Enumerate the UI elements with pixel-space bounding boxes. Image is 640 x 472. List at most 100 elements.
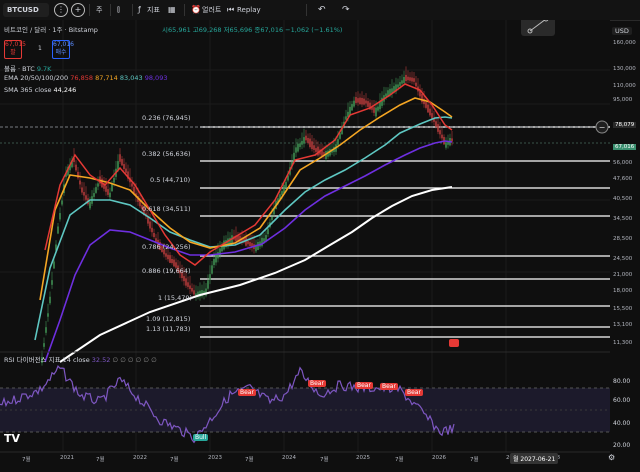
candle-body: [189, 285, 191, 289]
candle-body: [173, 259, 175, 267]
price-axis-label: 95,000: [613, 97, 633, 103]
candle-body: [111, 183, 113, 192]
settings-gear-icon[interactable]: ⚙: [608, 453, 615, 462]
alert-button[interactable]: 얼러트: [202, 3, 221, 17]
add-symbol-icon[interactable]: +: [71, 3, 85, 17]
fib-label-0886: 0.886 (19,664): [142, 267, 191, 275]
replay-icon[interactable]: ⏮: [227, 3, 234, 17]
candle-body: [151, 227, 153, 233]
candle-body: [427, 104, 429, 113]
candle-body: [249, 241, 251, 247]
redo-icon[interactable]: ↷: [342, 3, 350, 17]
time-axis-label: 2025: [356, 455, 370, 461]
ema50-value: 87,714: [95, 74, 118, 82]
candle-body: [83, 192, 85, 196]
bear-badge: Bear: [380, 383, 398, 390]
candle-body: [409, 77, 411, 81]
candle-body: [247, 241, 249, 245]
replay-button[interactable]: Replay: [237, 3, 261, 17]
symbol-options-icon[interactable]: ⋮: [54, 3, 68, 17]
candle-body: [169, 255, 171, 263]
candle-body: [359, 97, 361, 105]
candle-body: [415, 82, 417, 87]
candle-body: [155, 238, 157, 242]
alert-icon[interactable]: ⏰: [191, 3, 201, 17]
candle-body: [149, 221, 151, 229]
buy-button[interactable]: 67,016 매수: [52, 40, 74, 59]
chart-canvas[interactable]: −: [0, 14, 610, 468]
candle-body: [285, 181, 287, 189]
candle-body: [397, 84, 399, 88]
candle-body: [445, 142, 447, 148]
candle-type-icon[interactable]: ⫾: [117, 3, 120, 17]
indicators-icon[interactable]: ƒ: [138, 3, 141, 17]
candle-body: [307, 137, 309, 143]
price-axis-label: 21,000: [613, 272, 633, 278]
candle-body: [107, 189, 109, 195]
candle-body: [191, 288, 193, 292]
candle-body: [337, 139, 339, 145]
time-axis-label: 7월: [395, 457, 404, 463]
candle-body: [97, 183, 99, 187]
price-axis-label: 160,000: [613, 40, 636, 46]
candle-body: [53, 261, 55, 269]
rsi-axis-40: 40.00: [613, 420, 631, 427]
candle-body: [183, 276, 185, 282]
ema200-value: 98,093: [144, 74, 168, 82]
currency-selector[interactable]: USD: [612, 27, 632, 35]
candle-body: [209, 274, 211, 280]
sma-legend: SMA 365 close 44,246: [4, 86, 76, 94]
candle-body: [375, 107, 377, 117]
candle-body: [357, 98, 359, 103]
candle-body: [305, 135, 307, 141]
candle-body: [45, 327, 47, 333]
candle-body: [119, 154, 121, 162]
sma-label: SMA 365 close: [4, 86, 52, 94]
symbol-search[interactable]: BTCUSD: [3, 3, 49, 17]
candle-body: [81, 187, 83, 193]
tradingview-logo[interactable]: TV: [4, 432, 20, 445]
bull-badge: Bull: [193, 434, 209, 441]
candle-body: [93, 193, 95, 197]
volume-value: 9.7K: [36, 65, 52, 73]
candle-body: [421, 93, 423, 103]
interval-selector[interactable]: 주: [96, 3, 102, 17]
candle-body: [315, 148, 317, 152]
rsi-label: RSI 다이버전스 지표 14 close: [4, 356, 90, 364]
candle-body: [193, 290, 195, 295]
candle-body: [363, 98, 365, 105]
candle-body: [43, 343, 45, 347]
candle-body: [355, 97, 357, 103]
price-axis-label: 110,000: [613, 83, 636, 89]
bear-badge: Bear: [355, 382, 373, 389]
candle-body: [399, 82, 401, 86]
chart-area[interactable]: −: [0, 14, 610, 468]
candle-body: [271, 216, 273, 220]
candle-body: [299, 143, 301, 147]
undo-icon[interactable]: ↶: [318, 3, 326, 17]
candle-body: [75, 164, 77, 171]
candle-body: [367, 101, 369, 107]
templates-icon[interactable]: ▦: [168, 3, 176, 17]
rsi-hidden-values: ∅ ∅ ∅ ∅ ∅ ∅: [112, 356, 157, 364]
candle-body: [441, 134, 443, 139]
indicators-button[interactable]: 지표: [147, 3, 160, 17]
price-axis-label: 78,079: [613, 122, 637, 128]
candle-body: [429, 108, 431, 116]
candle-body: [401, 80, 403, 84]
bear-badge: Bear: [238, 389, 256, 396]
bear-badge: Bear: [405, 389, 423, 396]
rsi-legend: RSI 다이버전스 지표 14 close 32.52 ∅ ∅ ∅ ∅ ∅ ∅: [4, 354, 157, 364]
fib-label-0618: 0.618 (34,511): [142, 205, 191, 213]
bear-badge: Bear: [308, 380, 326, 387]
candle-body: [133, 186, 135, 194]
rsi-axis-80: 80.00: [613, 378, 631, 385]
candle-body: [373, 107, 375, 113]
candle-body: [425, 102, 427, 108]
time-axis-label: 7월: [96, 457, 105, 463]
price-axis-label: 28,500: [613, 236, 633, 242]
sell-button[interactable]: 67,015 팔: [4, 40, 26, 59]
candle-body: [303, 137, 305, 144]
fib-label-05: 0.5 (44,710): [150, 176, 191, 184]
candle-body: [79, 180, 81, 185]
